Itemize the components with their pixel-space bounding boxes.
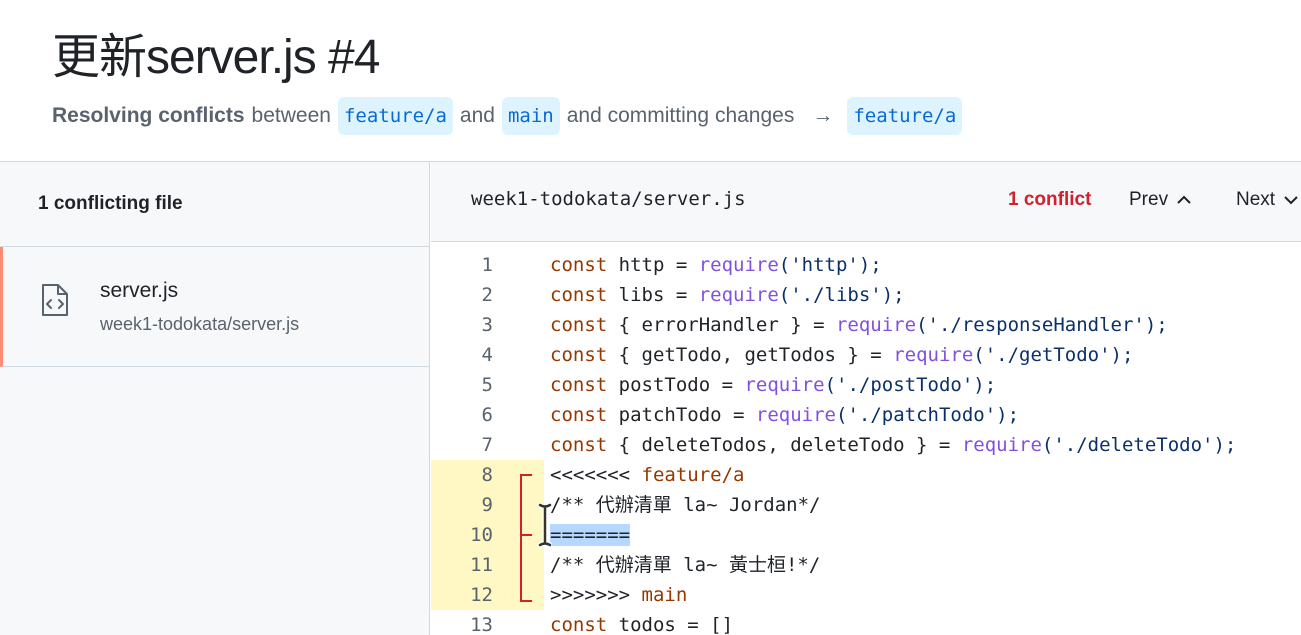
line-number: 10 xyxy=(470,524,493,546)
prev-conflict-button[interactable]: Prev xyxy=(1129,189,1192,211)
conflict-bracket-separator xyxy=(520,534,532,536)
code-token: libs = xyxy=(607,284,699,306)
conflict-line: 12 >>>>>>> main xyxy=(431,580,1301,610)
conflict-start-branch: feature/a xyxy=(641,464,745,486)
code-line: 13 const todos = [] xyxy=(431,610,1301,635)
prev-label: Prev xyxy=(1129,189,1169,210)
line-number: 12 xyxy=(470,584,493,606)
code-line: 3 const { errorHandler } = require('./re… xyxy=(431,310,1301,340)
conflict-line: 8 <<<<<<< feature/a xyxy=(431,460,1301,490)
file-path: week1-todokata/server.js xyxy=(100,314,300,334)
subtitle-and: and xyxy=(459,104,495,127)
code-token: const xyxy=(550,434,608,456)
line-number: 3 xyxy=(481,314,493,336)
code-token: const xyxy=(550,284,608,306)
base-branch-label[interactable]: main xyxy=(501,97,560,135)
conflict-line: 10 ======= xyxy=(431,520,1301,550)
page-header: 更新server.js #4 Resolving conflicts betwe… xyxy=(0,0,1301,162)
code-token: postTodo = xyxy=(607,374,745,396)
code-token: ('./getTodo'); xyxy=(973,344,1134,366)
head-branch-label[interactable]: feature/a xyxy=(337,97,453,135)
line-number: 7 xyxy=(481,434,493,456)
code-token: const xyxy=(550,374,608,396)
line-number: 11 xyxy=(470,554,493,576)
page-subtitle: Resolving conflicts between feature/a an… xyxy=(52,97,963,135)
code-token: const xyxy=(550,344,608,366)
code-line: 7 const { deleteTodos, deleteTodo } = re… xyxy=(431,430,1301,460)
next-label: Next xyxy=(1236,189,1276,210)
subtitle-between: between xyxy=(251,104,331,127)
line-number: 2 xyxy=(481,284,493,306)
file-name: server.js xyxy=(100,279,179,302)
target-branch-label[interactable]: feature/a xyxy=(847,97,963,135)
code-token: ('./responseHandler'); xyxy=(916,314,1168,336)
conflict-count: 1 conflict xyxy=(1008,189,1092,210)
code-token: const xyxy=(550,254,608,276)
code-token: { errorHandler } = xyxy=(607,314,836,336)
next-conflict-button[interactable]: Next xyxy=(1236,189,1299,211)
code-token: require xyxy=(961,434,1042,456)
chevron-down-icon xyxy=(1284,196,1298,205)
line-number: 13 xyxy=(470,614,493,635)
line-number: 9 xyxy=(481,494,493,516)
conflict-end-branch: main xyxy=(641,584,688,606)
code-token: http = xyxy=(607,254,699,276)
code-token: ('./deleteTodo'); xyxy=(1041,434,1237,456)
code-token: require xyxy=(698,284,779,306)
separator-marker: ======= xyxy=(550,524,631,546)
code-line: 4 const { getTodo, getTodos } = require(… xyxy=(431,340,1301,370)
code-token: ('./postTodo'); xyxy=(824,374,997,396)
code-token: ('./patchTodo'); xyxy=(836,404,1020,426)
text-cursor-icon xyxy=(538,502,552,548)
line-number: 5 xyxy=(481,374,493,396)
conflicts-sidebar: 1 conflicting file server.js week1-todok… xyxy=(0,162,430,635)
code-token: { getTodo, getTodos } = xyxy=(607,344,894,366)
code-token: ('./libs'); xyxy=(778,284,905,306)
conflict-line: 9 /** 代辦清單 la~ Jordan*/ xyxy=(431,490,1301,520)
conflict-line: 11 /** 代辦清單 la~ 黃士桓!*/ xyxy=(431,550,1301,580)
code-line: 2 const libs = require('./libs'); xyxy=(431,280,1301,310)
subtitle-strong: Resolving conflicts xyxy=(52,104,245,127)
line-number: 8 xyxy=(481,464,493,486)
line-number: 1 xyxy=(481,254,493,276)
code-token: const xyxy=(550,314,608,336)
code-token: require xyxy=(744,374,825,396)
conflict-file-item[interactable]: server.js week1-todokata/server.js xyxy=(0,247,429,367)
code-token: require xyxy=(698,254,779,276)
code-file-icon xyxy=(42,284,68,316)
arrow-right-icon: → xyxy=(812,104,834,127)
editor-file-path: week1-todokata/server.js xyxy=(471,188,746,210)
code-token: require xyxy=(755,404,836,426)
conflict-end-marker: >>>>>>> xyxy=(550,584,642,606)
code-token: { deleteTodos, deleteTodo } = xyxy=(607,434,962,456)
code-token: const xyxy=(550,614,608,635)
page-title: 更新server.js #4 xyxy=(52,31,380,84)
conflict-bracket-end xyxy=(520,600,532,602)
code-editor[interactable]: 1 const http = require('http'); 2 const … xyxy=(431,250,1301,635)
code-line: 5 const postTodo = require('./postTodo')… xyxy=(431,370,1301,400)
line-number: 6 xyxy=(481,404,493,426)
chevron-up-icon xyxy=(1177,195,1191,204)
code-token: patchTodo = xyxy=(607,404,756,426)
conflict-start-marker: <<<<<<< xyxy=(550,464,642,486)
code-token: const xyxy=(550,404,608,426)
code-token: todos = [] xyxy=(607,614,734,635)
code-line: 6 const patchTodo = require('./patchTodo… xyxy=(431,400,1301,430)
subtitle-committing: and committing changes xyxy=(566,104,795,127)
theirs-line: /** 代辦清單 la~ 黃士桓!*/ xyxy=(550,554,821,576)
ours-line: /** 代辦清單 la~ Jordan*/ xyxy=(550,494,821,516)
conflict-bracket xyxy=(520,474,532,602)
code-token: require xyxy=(835,314,917,336)
code-line: 1 const http = require('http'); xyxy=(431,250,1301,280)
line-number: 4 xyxy=(481,344,493,366)
editor-toolbar: week1-todokata/server.js 1 conflict Prev… xyxy=(431,162,1301,242)
code-token: ('http'); xyxy=(778,254,882,276)
code-token: require xyxy=(893,344,974,366)
conflicting-files-count: 1 conflicting file xyxy=(0,162,429,247)
